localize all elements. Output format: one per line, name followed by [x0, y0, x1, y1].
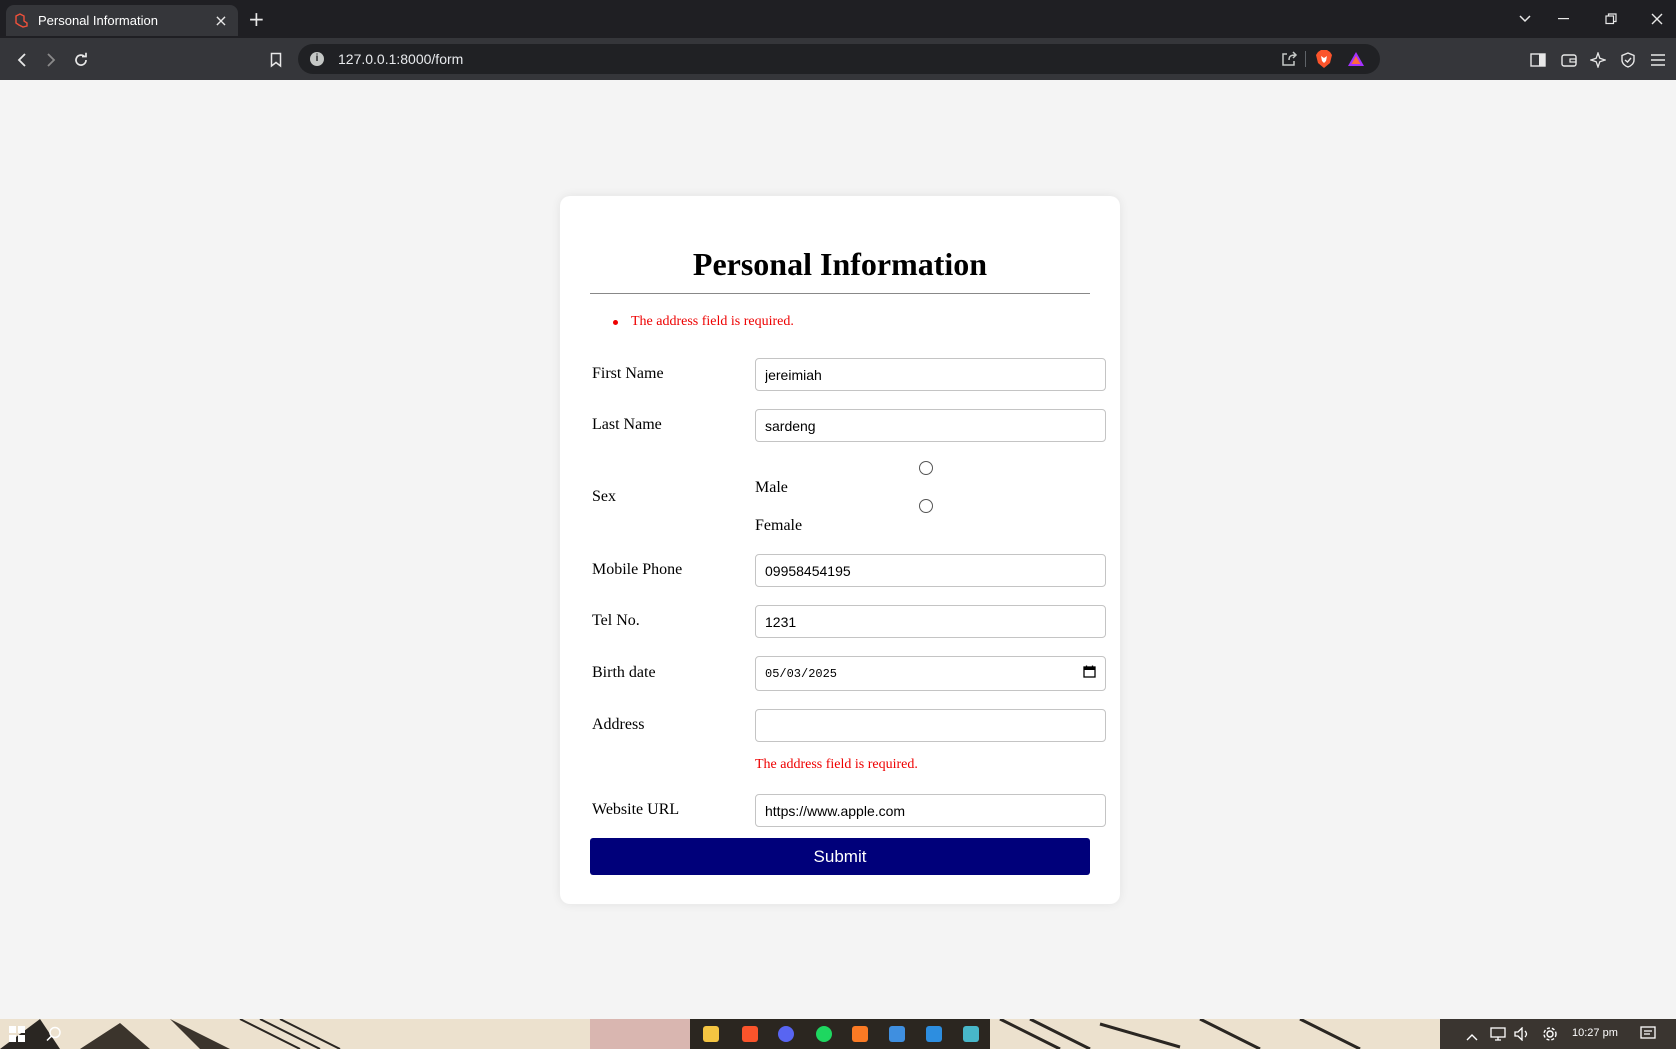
sex-female-radio[interactable]	[919, 499, 933, 513]
windows-taskbar: 10:27 pm	[0, 1019, 1676, 1049]
page-title: Personal Information	[692, 246, 988, 282]
back-icon[interactable]	[9, 47, 35, 73]
close-window-icon[interactable]	[1642, 6, 1672, 32]
notepad-icon[interactable]	[889, 1026, 905, 1042]
address-bar[interactable]: i 127.0.0.1:8000/form	[298, 44, 1380, 74]
tab-title: Personal Information	[38, 13, 158, 28]
address-label: Address	[592, 716, 645, 733]
sex-label: Sex	[592, 488, 616, 505]
brave-shields-icon[interactable]	[1315, 49, 1333, 74]
error-summary-item: The address field is required.	[613, 314, 794, 330]
forward-icon[interactable]	[38, 47, 64, 73]
file-explorer-icon[interactable]	[703, 1026, 719, 1042]
sex-male-radio[interactable]	[919, 461, 933, 475]
error-summary-list: The address field is required.	[613, 314, 794, 330]
network-tool-icon[interactable]	[963, 1026, 979, 1042]
submit-button[interactable]: Submit	[590, 838, 1090, 875]
address-input[interactable]	[755, 709, 1106, 742]
browser-toolbar: i 127.0.0.1:8000/form	[0, 38, 1676, 80]
taskbar-wallpaper-art	[0, 1019, 1676, 1049]
browser-tab-bar: Personal Information × +	[0, 0, 1676, 38]
tel-no-input[interactable]	[755, 605, 1106, 638]
tel-no-label: Tel No.	[592, 612, 640, 629]
xampp-icon[interactable]	[852, 1026, 868, 1042]
tray-chevron-icon[interactable]	[1466, 1028, 1478, 1046]
birth-date-label: Birth date	[592, 664, 656, 681]
tab-close-icon[interactable]: ×	[212, 11, 230, 30]
brave-rewards-icon[interactable]	[1347, 51, 1365, 72]
menu-icon[interactable]	[1645, 47, 1671, 73]
first-name-input[interactable]	[755, 358, 1106, 391]
bookmark-icon[interactable]	[263, 47, 289, 73]
restore-icon[interactable]	[1596, 6, 1626, 32]
mobile-phone-label: Mobile Phone	[592, 561, 683, 578]
sex-male-label: Male	[755, 479, 788, 496]
first-name-label: First Name	[592, 365, 664, 382]
tab-personal-information[interactable]: Personal Information ×	[6, 5, 238, 36]
site-info-icon[interactable]: i	[310, 52, 324, 66]
website-url-input[interactable]	[755, 794, 1106, 827]
title-divider	[590, 293, 1090, 294]
windows-start-icon[interactable]	[9, 1026, 25, 1047]
share-icon[interactable]	[1280, 50, 1298, 73]
brave-icon[interactable]	[742, 1026, 758, 1042]
last-name-input[interactable]	[755, 409, 1106, 442]
spotify-icon[interactable]	[816, 1026, 832, 1042]
calendar-icon[interactable]	[1083, 665, 1096, 683]
sex-female-label: Female	[755, 517, 803, 534]
mobile-phone-input[interactable]	[755, 554, 1106, 587]
reload-icon[interactable]	[68, 47, 94, 73]
vpn-shield-icon[interactable]	[1615, 47, 1641, 73]
search-icon[interactable]	[46, 1026, 62, 1047]
new-tab-button[interactable]: +	[248, 7, 265, 31]
leo-ai-icon[interactable]	[1585, 47, 1611, 73]
birth-date-input[interactable]: 05/03/2025	[755, 656, 1106, 691]
last-name-label: Last Name	[592, 416, 662, 433]
discord-icon[interactable]	[778, 1026, 794, 1042]
minimize-icon[interactable]	[1549, 6, 1579, 32]
network-icon[interactable]	[1490, 1027, 1506, 1046]
urlbar-divider	[1305, 51, 1306, 67]
wallet-icon[interactable]	[1556, 47, 1582, 73]
settings-gear-icon[interactable]	[1542, 1026, 1558, 1047]
laravel-favicon-icon	[14, 13, 29, 28]
birth-date-value: 05/03/2025	[765, 666, 838, 681]
volume-icon[interactable]	[1514, 1026, 1530, 1046]
url-text[interactable]: 127.0.0.1:8000/form	[338, 51, 463, 67]
website-url-label: Website URL	[592, 801, 680, 818]
form-card: Personal Information The address field i…	[560, 196, 1120, 904]
notifications-icon[interactable]	[1640, 1026, 1656, 1047]
sidebar-toggle-icon[interactable]	[1525, 47, 1551, 73]
clock-time[interactable]: 10:27 pm	[1572, 1027, 1618, 1039]
address-error-text: The address field is required.	[755, 757, 918, 772]
tab-search-chevron-icon[interactable]	[1510, 6, 1540, 32]
vscode-icon[interactable]	[926, 1026, 942, 1042]
